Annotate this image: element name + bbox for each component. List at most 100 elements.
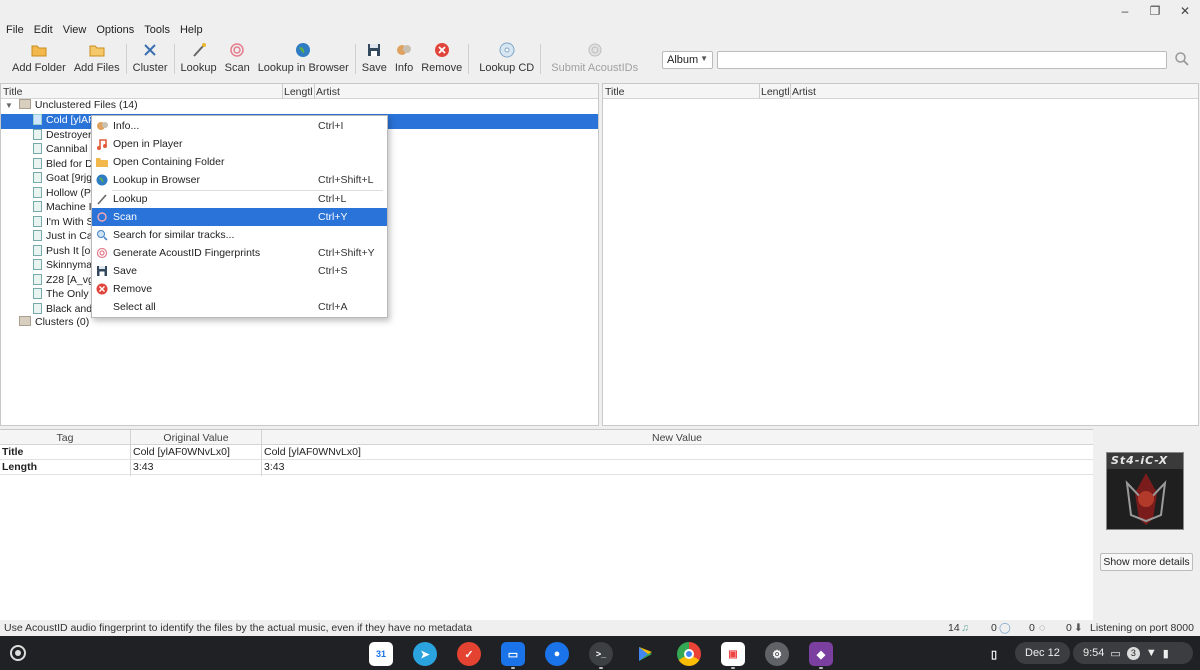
minimize-icon[interactable]: – (1118, 4, 1132, 18)
table-row[interactable]: Title Cold [ylAF0WNvLx0] Cold [ylAF0WNvL… (0, 445, 1093, 460)
add-files-button[interactable]: Add Files (70, 40, 124, 78)
file-title: Cold [ylAF (46, 114, 95, 126)
download-icon: ⬇ (1074, 622, 1083, 634)
search-icon[interactable] (1174, 51, 1190, 67)
lookup-button[interactable]: Lookup (177, 40, 221, 78)
menu-item-label: Open Containing Folder (113, 156, 225, 168)
file-row[interactable]: Destroyer (1, 128, 92, 144)
launcher-icon[interactable] (10, 645, 26, 661)
fingerprint-icon (96, 211, 108, 223)
menu-item-remove[interactable]: Remove (92, 280, 387, 298)
submit-acoustids-button[interactable]: Submit AcoustIDs (547, 40, 642, 78)
telegram-app-icon[interactable]: ➤ (413, 642, 437, 666)
column-tag[interactable]: Tag (0, 432, 130, 444)
table-row[interactable]: Length 3:43 3:43 (0, 460, 1093, 475)
new-value: 3:43 (264, 461, 285, 473)
audio-file-icon (33, 186, 42, 198)
gallery-app-icon[interactable]: ▣ (721, 642, 745, 666)
chevron-down-icon: ▼ (700, 54, 708, 63)
date-tray[interactable]: Dec 12 (1015, 642, 1070, 664)
calendar-app-icon[interactable]: 31 (369, 642, 393, 666)
file-row[interactable]: I'm With S (1, 215, 94, 231)
album-cover-art[interactable]: St4-iC-X (1106, 452, 1184, 530)
menu-item-generate-fingerprints[interactable]: Generate AcoustID Fingerprints Ctrl+Shif… (92, 244, 387, 262)
scan-button[interactable]: Scan (221, 40, 254, 78)
menu-item-save[interactable]: Save Ctrl+S (92, 262, 387, 280)
menu-item-scan[interactable]: Scan Ctrl+Y (92, 208, 387, 226)
column-length[interactable]: Lengtl (761, 86, 790, 98)
menu-help[interactable]: Help (174, 22, 207, 40)
picard-app-icon[interactable]: ◆ (809, 642, 833, 666)
column-artist[interactable]: Artist (316, 86, 340, 98)
play-store-app-icon[interactable] (633, 642, 657, 666)
menu-item-label: Select all (113, 301, 156, 313)
menu-options[interactable]: Options (90, 22, 138, 40)
menu-item-lookup[interactable]: Lookup Ctrl+L (92, 190, 387, 208)
scan-label: Scan (224, 62, 250, 74)
info-button[interactable]: Info (391, 40, 417, 78)
add-files-label: Add Files (73, 62, 120, 74)
menu-item-lookup-in-browser[interactable]: Lookup in Browser Ctrl+Shift+L (92, 171, 387, 189)
play-triangle-icon (639, 647, 652, 661)
phone-hub-icon[interactable]: ▯ (982, 642, 1006, 666)
battery-icon: ▮ (1162, 647, 1169, 660)
show-more-details-button[interactable]: Show more details (1100, 553, 1193, 571)
menu-edit[interactable]: Edit (28, 22, 57, 40)
file-row[interactable]: Cannibal [ (1, 143, 93, 158)
column-title[interactable]: Title (605, 86, 624, 98)
file-row[interactable]: The Only | (1, 288, 94, 303)
unclustered-files-node[interactable]: ▼ Unclustered Files (14) (5, 99, 138, 114)
menu-item-label: Info... (113, 120, 140, 132)
menu-tools[interactable]: Tools (138, 22, 174, 40)
file-title: Just in Ca (46, 230, 93, 242)
add-folder-button[interactable]: Add Folder (8, 40, 70, 78)
settings-app-icon[interactable]: ⚙ (765, 642, 789, 666)
menu-item-open-in-player[interactable]: Open in Player (92, 135, 387, 153)
file-row[interactable]: Just in Ca (1, 230, 93, 245)
file-row[interactable]: Bled for D (1, 157, 93, 173)
terminal-app-icon[interactable]: >_ (589, 642, 613, 666)
menu-item-open-containing-folder[interactable]: Open Containing Folder (92, 153, 387, 171)
toolbar-divider (125, 44, 127, 74)
running-indicator (731, 667, 735, 669)
maximize-icon[interactable]: ❐ (1148, 4, 1162, 18)
file-row[interactable]: Goat [9rjg (1, 172, 92, 187)
menu-item-label: Remove (113, 283, 153, 295)
menu-item-select-all[interactable]: Select all Ctrl+A (92, 298, 387, 316)
lookup-in-browser-button[interactable]: Lookup in Browser (254, 40, 353, 78)
file-title: Bled for D (46, 157, 93, 170)
column-title[interactable]: Title (3, 86, 22, 98)
cluster-button[interactable]: Cluster (129, 40, 172, 78)
clusters-node[interactable]: Clusters (0) (19, 316, 89, 331)
status-tray[interactable]: 9:54 ▭ 3 ▼ ▮ (1073, 642, 1193, 664)
file-row[interactable]: Push It [o (1, 244, 90, 260)
save-button[interactable]: Save (358, 40, 391, 78)
file-row[interactable]: Z28 [A_vg (1, 273, 94, 289)
folder-icon (19, 316, 31, 326)
audio-file-icon (33, 230, 42, 241)
chrome-app-icon[interactable] (677, 642, 701, 666)
expand-arrow-icon[interactable]: ▼ (5, 101, 13, 110)
lookup-cd-button[interactable]: Lookup CD (475, 40, 538, 78)
file-row[interactable]: Hollow (P (1, 186, 91, 202)
search-type-select[interactable]: Album ▼ (662, 51, 713, 69)
menu-item-info[interactable]: Info... Ctrl+I (92, 117, 387, 135)
column-original-value[interactable]: Original Value (131, 432, 261, 444)
menu-file[interactable]: File (0, 22, 28, 40)
search-input[interactable] (717, 51, 1167, 69)
todoist-app-icon[interactable]: ✓ (457, 642, 481, 666)
menu-item-label: Open in Player (113, 138, 183, 150)
file-row[interactable]: Skinnyma (1, 259, 92, 274)
menu-item-search-similar[interactable]: Search for similar tracks... (92, 226, 387, 244)
messages-app-icon[interactable]: ● (545, 642, 569, 666)
column-length[interactable]: Lengtl (284, 86, 313, 98)
file-row[interactable]: Machine I (1, 201, 92, 216)
column-artist[interactable]: Artist (792, 86, 816, 98)
menu-item-shortcut: Ctrl+Shift+Y (318, 247, 375, 259)
files-app-icon[interactable]: ▭ (501, 642, 525, 666)
menu-view[interactable]: View (57, 22, 91, 40)
file-row[interactable]: Black and (1, 302, 92, 318)
remove-button[interactable]: Remove (417, 40, 466, 78)
column-new-value[interactable]: New Value (262, 432, 1092, 444)
close-icon[interactable]: ✕ (1178, 4, 1192, 18)
